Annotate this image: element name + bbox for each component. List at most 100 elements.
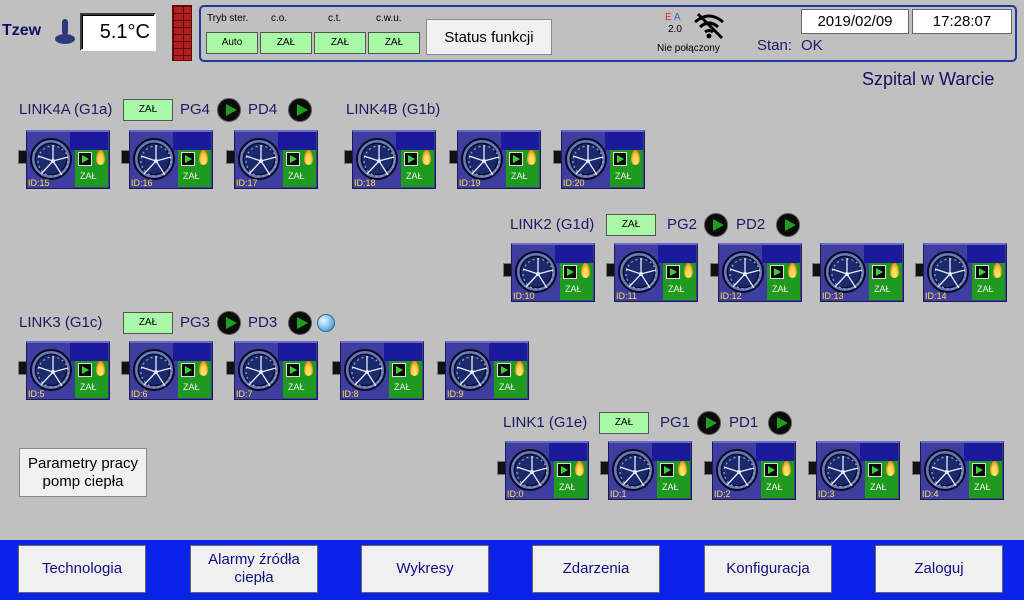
heat-pump-unit[interactable]: ZAŁ ID:15 [18, 130, 110, 189]
pg1-pump-icon[interactable] [697, 411, 721, 435]
fan-icon [924, 449, 966, 491]
link4b-title: LINK4B (G1b) [346, 101, 441, 118]
unit-panel [652, 443, 690, 461]
heat-pump-params-button[interactable]: Parametry pracy pomp ciepła [19, 448, 147, 497]
play-icon [181, 152, 195, 166]
co-label: c.o. [271, 13, 288, 24]
unit-id: ID:18 [354, 178, 376, 188]
heat-pump-unit[interactable]: ZAŁ ID:14 [915, 243, 1007, 302]
unit-panel [762, 245, 800, 263]
link4a-status[interactable]: ZAŁ [123, 99, 173, 121]
fan-icon [515, 251, 557, 293]
flame-icon [515, 361, 524, 376]
heat-pump-unit[interactable]: ZAŁ ID:11 [606, 243, 698, 302]
unit-id: ID:12 [720, 291, 742, 301]
heat-pump-unit[interactable]: ZAŁ ID:17 [226, 130, 318, 189]
pd4-pump-icon[interactable] [288, 98, 312, 122]
flame-icon [422, 150, 431, 165]
link2-pd-label: PD2 [736, 216, 766, 233]
unit-status: ZAŁ [874, 284, 891, 294]
pd1-pump-icon[interactable] [768, 411, 792, 435]
nav-events-button[interactable]: Zdarzenia [532, 545, 660, 593]
pg2-pump-icon[interactable] [704, 213, 728, 237]
heat-pump-unit[interactable]: ZAŁ ID:16 [121, 130, 213, 189]
unit-panel [549, 443, 587, 461]
site-name: Szpital w Warcie [862, 69, 995, 89]
fan-icon [30, 138, 72, 180]
heat-pump-unit[interactable]: ZAŁ ID:5 [18, 341, 110, 400]
nav-alarms-button[interactable]: Alarmy źródła ciepła [190, 545, 318, 593]
pg4-pump-icon[interactable] [217, 98, 241, 122]
heat-pump-unit[interactable]: ZAŁ ID:2 [704, 441, 796, 500]
heat-pump-unit[interactable]: ZAŁ ID:18 [344, 130, 436, 189]
link4a-pg-label: PG4 [180, 101, 211, 118]
play-icon [764, 463, 778, 477]
unit-panel [605, 132, 643, 150]
nav-technologia-button[interactable]: Technologia [18, 545, 146, 593]
heat-pump-unit[interactable]: ZAŁ ID:1 [600, 441, 692, 500]
flame-icon [684, 263, 693, 278]
link1-status[interactable]: ZAŁ [599, 412, 649, 434]
link4a-title: LINK4A (G1a) [19, 101, 113, 118]
status-functions-button[interactable]: Status funkcji [426, 19, 552, 55]
unit-panel [396, 132, 434, 150]
ct-status[interactable]: ZAŁ [314, 32, 366, 54]
play-icon [78, 363, 92, 377]
ea-a: A [673, 12, 681, 23]
pd2-pump-icon[interactable] [776, 213, 800, 237]
link3-status[interactable]: ZAŁ [123, 312, 173, 334]
link1-title: LINK1 (G1e) [503, 414, 588, 431]
flame-icon [890, 263, 899, 278]
fan-icon [344, 349, 386, 391]
mode-value[interactable]: Auto [206, 32, 258, 54]
date-display: 2019/02/09 [801, 9, 909, 34]
nav-charts-button[interactable]: Wykresy [361, 545, 489, 593]
heat-pump-unit[interactable]: ZAŁ ID:3 [808, 441, 900, 500]
cwu-status[interactable]: ZAŁ [368, 32, 420, 54]
pg3-pump-icon[interactable] [217, 311, 241, 335]
pd3-pump-icon[interactable] [288, 311, 312, 335]
heat-pump-unit[interactable]: ZAŁ ID:20 [553, 130, 645, 189]
unit-status: ZAŁ [511, 171, 528, 181]
link2-status[interactable]: ZAŁ [606, 214, 656, 236]
heat-pump-unit[interactable]: ZAŁ ID:19 [449, 130, 541, 189]
heat-pump-unit[interactable]: ZAŁ ID:4 [912, 441, 1004, 500]
fan-icon [30, 349, 72, 391]
unit-panel [967, 245, 1005, 263]
state-value: OK [801, 37, 823, 54]
unit-status: ZAŁ [288, 382, 305, 392]
play-icon [666, 265, 680, 279]
link2-title: LINK2 (G1d) [510, 216, 595, 233]
nav-login-button[interactable]: Zaloguj [875, 545, 1003, 593]
fan-icon [820, 449, 862, 491]
nav-config-button[interactable]: Konfiguracja [704, 545, 832, 593]
unit-status: ZAŁ [977, 284, 994, 294]
heat-pump-unit[interactable]: ZAŁ ID:13 [812, 243, 904, 302]
heat-pump-unit[interactable]: ZAŁ ID:7 [226, 341, 318, 400]
ea-e: E [665, 12, 672, 23]
fan-icon [612, 449, 654, 491]
co-status[interactable]: ZAŁ [260, 32, 312, 54]
heat-pump-unit[interactable]: ZAŁ ID:6 [121, 341, 213, 400]
heat-pump-unit[interactable]: ZAŁ ID:10 [503, 243, 595, 302]
play-icon [286, 152, 300, 166]
fan-icon [618, 251, 660, 293]
flame-icon [990, 461, 999, 476]
ea-indicator: E A [665, 12, 681, 23]
heat-pump-unit[interactable]: ZAŁ ID:0 [497, 441, 589, 500]
unit-status: ZAŁ [183, 382, 200, 392]
unit-status: ZAŁ [183, 171, 200, 181]
unit-status: ZAŁ [615, 171, 632, 181]
play-icon [286, 363, 300, 377]
flame-icon [410, 361, 419, 376]
play-icon [770, 265, 784, 279]
unit-status: ZAŁ [565, 284, 582, 294]
unit-id: ID:6 [131, 389, 148, 399]
heat-pump-unit[interactable]: ZAŁ ID:9 [437, 341, 529, 400]
heat-pump-unit[interactable]: ZAŁ ID:8 [332, 341, 424, 400]
heat-pump-unit[interactable]: ZAŁ ID:12 [710, 243, 802, 302]
unit-status: ZAŁ [772, 284, 789, 294]
flame-icon [96, 361, 105, 376]
fan-icon [461, 138, 503, 180]
chimney-icon [172, 5, 192, 61]
